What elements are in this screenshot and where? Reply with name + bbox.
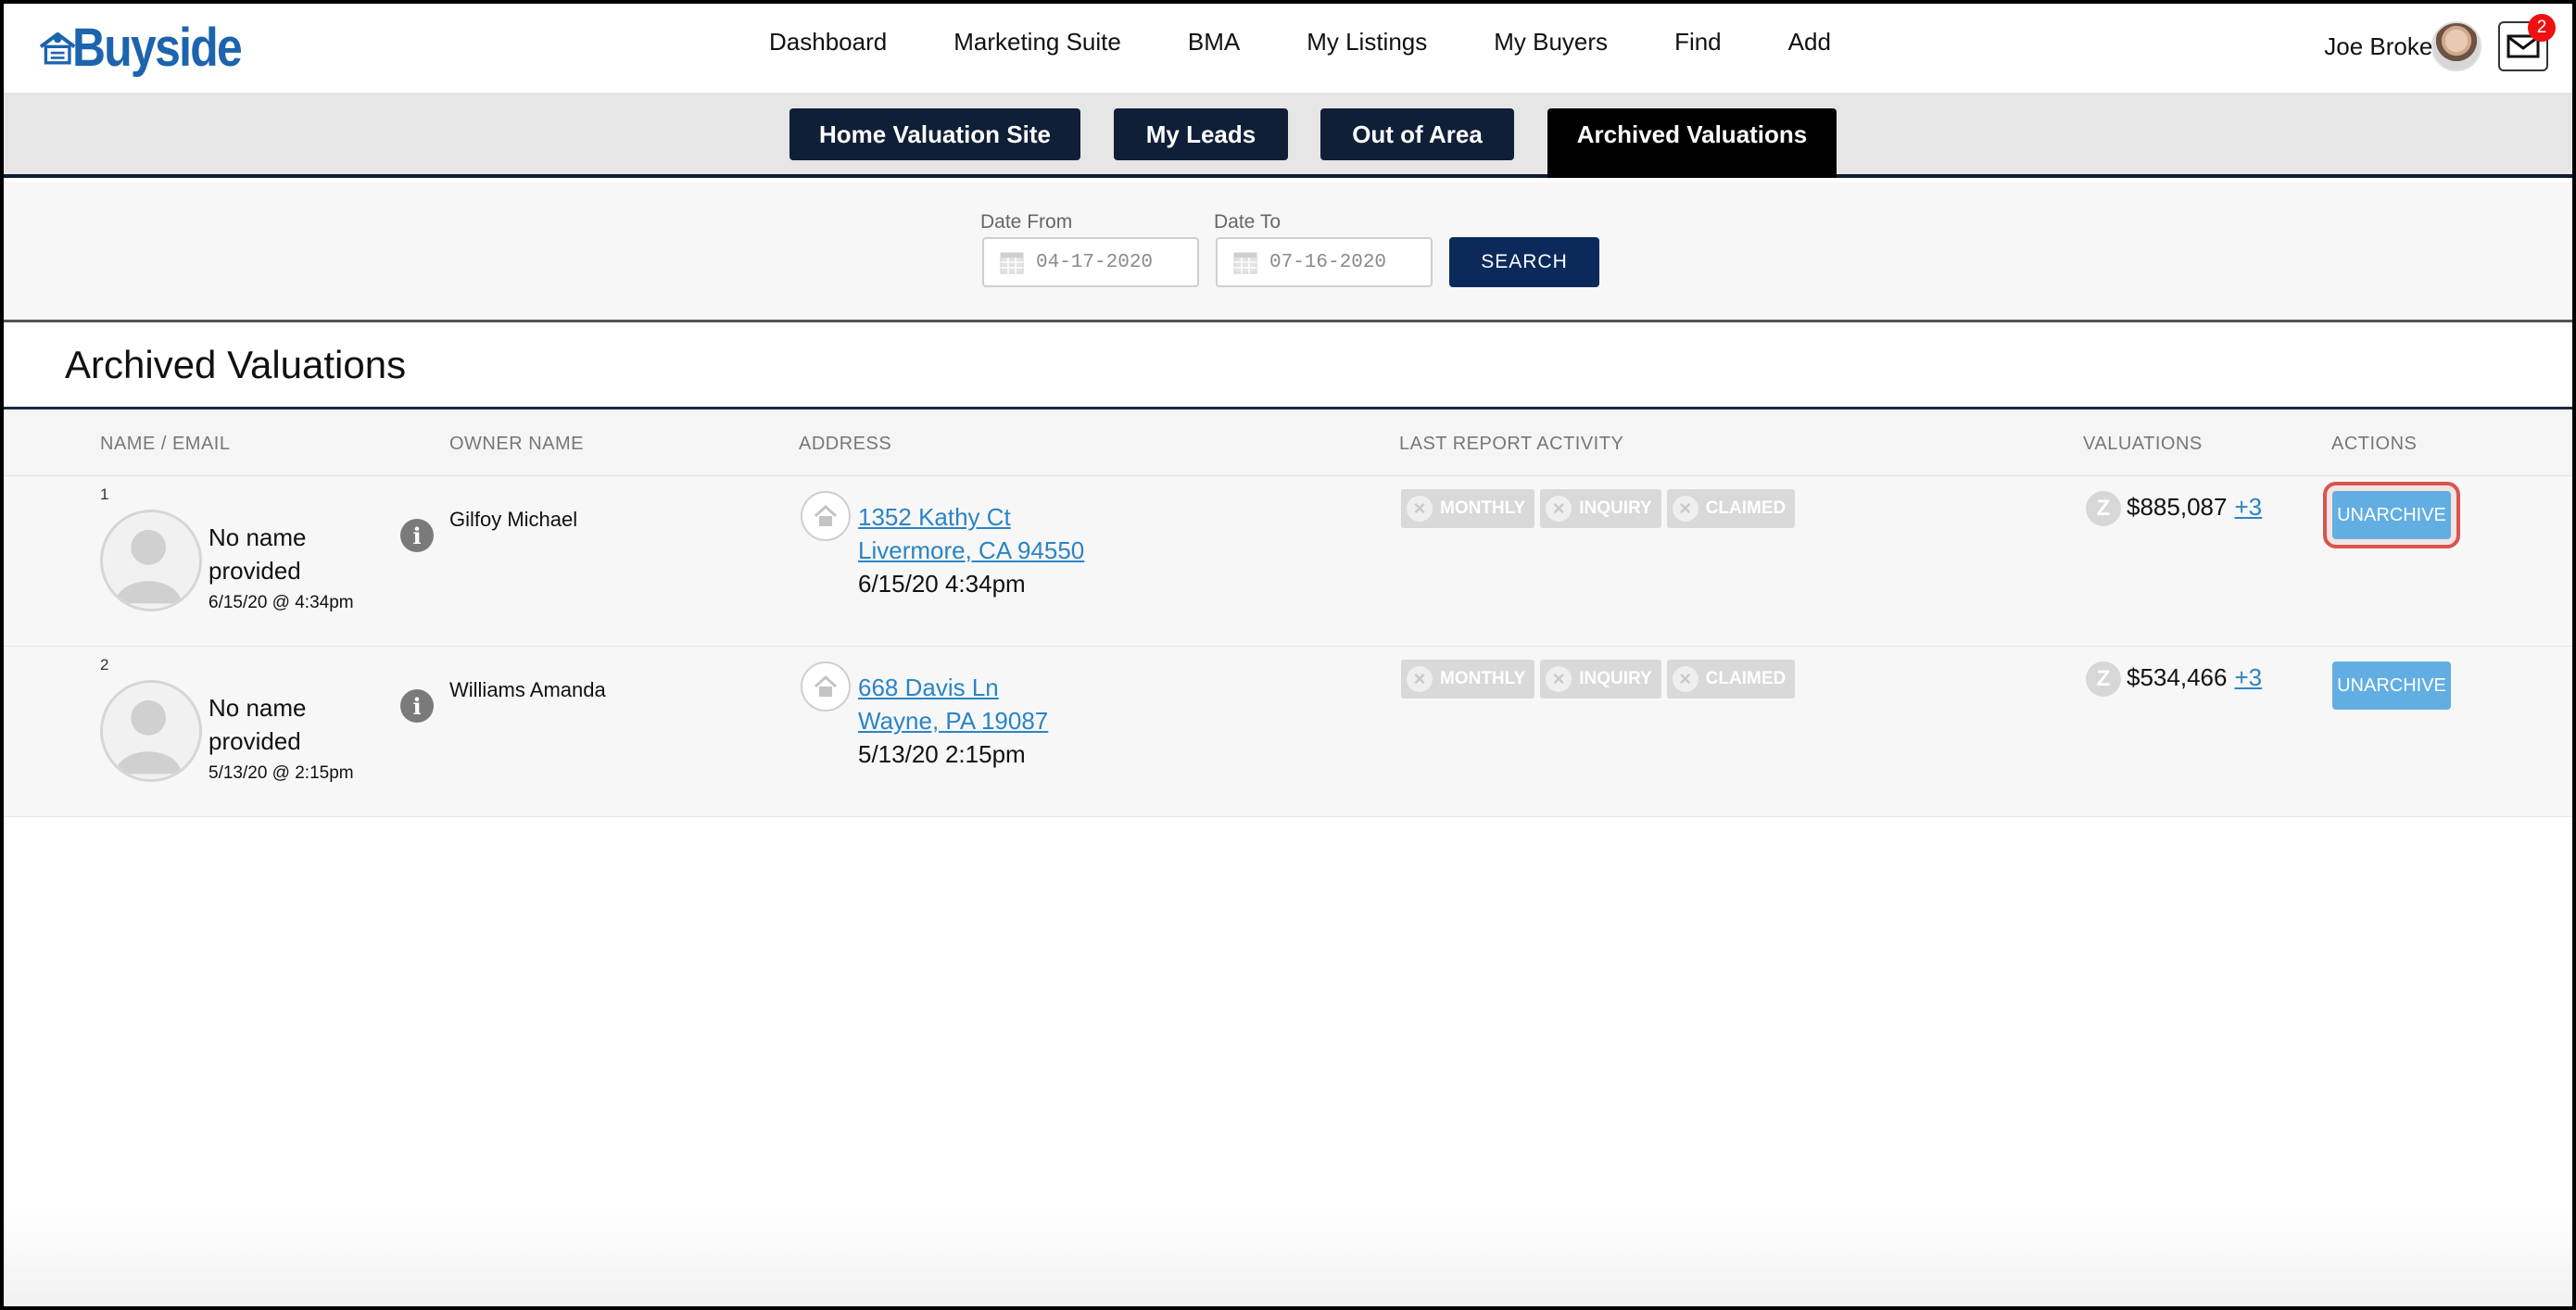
lead-date: 5/13/20 @ 2:15pm bbox=[208, 763, 354, 783]
home-icon bbox=[801, 661, 851, 712]
nav-marketing-suite[interactable]: Marketing Suite bbox=[953, 28, 1121, 57]
brand-name: Buyside bbox=[72, 17, 243, 78]
table-row: 1 No name provided 6/15/20 @ 4:34pm i Gi… bbox=[4, 476, 2572, 647]
info-icon[interactable]: i bbox=[400, 519, 434, 552]
owner-name: Gilfoy Michael bbox=[449, 508, 578, 531]
address-street-link[interactable]: 668 Davis Ln bbox=[858, 671, 1048, 704]
user-area: Joe Broker 2 bbox=[2324, 13, 2556, 80]
close-circle-icon: × bbox=[1672, 496, 1698, 522]
calendar-icon bbox=[1000, 252, 1024, 274]
header-actions: ACTIONS bbox=[2331, 434, 2418, 454]
date-to-label: Date To bbox=[1214, 211, 1281, 233]
valuation-cell: $885,087 +3 bbox=[2127, 493, 2262, 522]
lead-date: 6/15/20 @ 4:34pm bbox=[208, 593, 354, 612]
sub-tab-bar: Home Valuation Site My Leads Out of Area… bbox=[0, 93, 2576, 178]
activity-badges: × MONTHLY × INQUIRY × CLAIMED bbox=[1401, 489, 1796, 528]
lead-name-line1: No name bbox=[208, 694, 307, 722]
activity-badges: × MONTHLY × INQUIRY × CLAIMED bbox=[1401, 660, 1796, 699]
claimed-badge: × CLAIMED bbox=[1666, 489, 1796, 528]
close-circle-icon: × bbox=[1546, 496, 1572, 522]
address-cell: 668 Davis Ln Wayne, PA 19087 5/13/20 2:1… bbox=[858, 671, 1048, 771]
person-icon bbox=[115, 529, 183, 604]
zillow-icon: Z bbox=[2086, 661, 2121, 697]
date-to-value: 07-16-2020 bbox=[1269, 251, 1387, 273]
address-date: 6/15/20 4:34pm bbox=[858, 570, 1026, 598]
date-from-label: Date From bbox=[980, 211, 1073, 233]
header-last-report-activity: LAST REPORT ACTIVITY bbox=[1399, 434, 1624, 454]
lead-name[interactable]: No name provided bbox=[208, 521, 338, 587]
monthly-badge: × MONTHLY bbox=[1401, 489, 1535, 528]
page-title: Archived Valuations bbox=[65, 343, 407, 386]
inquiry-badge: × INQUIRY bbox=[1540, 489, 1661, 528]
claimed-badge: × CLAIMED bbox=[1666, 660, 1796, 699]
mail-button[interactable]: 2 bbox=[2498, 14, 2556, 71]
tab-home-valuation-site[interactable]: Home Valuation Site bbox=[789, 108, 1080, 160]
valuation-amount: $885,087 bbox=[2127, 493, 2228, 521]
tab-out-of-area[interactable]: Out of Area bbox=[1320, 108, 1514, 160]
nav-bma[interactable]: BMA bbox=[1188, 28, 1240, 57]
lead-avatar-placeholder bbox=[100, 510, 202, 611]
calendar-icon bbox=[1233, 252, 1257, 274]
header-address: ADDRESS bbox=[799, 434, 892, 454]
lead-name-line2: provided bbox=[208, 557, 301, 585]
row-number: 2 bbox=[100, 656, 109, 674]
main-nav: Dashboard Marketing Suite BMA My Listing… bbox=[769, 28, 1831, 57]
person-icon bbox=[115, 699, 183, 775]
unarchive-button[interactable]: UNARCHIVE bbox=[2332, 661, 2451, 710]
user-avatar[interactable] bbox=[2431, 21, 2481, 71]
date-filter-bar: Date From 04-17-2020 Date To 07-16-2020 … bbox=[0, 182, 2576, 322]
table-row: 2 No name provided 5/13/20 @ 2:15pm i Wi… bbox=[4, 647, 2572, 817]
address-cell: 1352 Kathy Ct Livermore, CA 94550 6/15/2… bbox=[858, 500, 1084, 600]
date-from-value: 04-17-2020 bbox=[1036, 251, 1154, 273]
zillow-icon: Z bbox=[2086, 491, 2121, 526]
more-valuations-link[interactable]: +3 bbox=[2234, 663, 2262, 691]
date-from-input[interactable]: 04-17-2020 bbox=[982, 237, 1199, 287]
mail-count-badge: 2 bbox=[2528, 14, 2556, 42]
nav-my-buyers[interactable]: My Buyers bbox=[1494, 28, 1608, 57]
header-name-email: NAME / EMAIL bbox=[100, 434, 231, 454]
close-circle-icon: × bbox=[1407, 496, 1433, 522]
search-button[interactable]: SEARCH bbox=[1449, 237, 1599, 287]
inquiry-badge: × INQUIRY bbox=[1540, 660, 1661, 699]
more-valuations-link[interactable]: +3 bbox=[2234, 493, 2262, 521]
table-header: NAME / EMAIL OWNER NAME ADDRESS LAST REP… bbox=[0, 409, 2576, 476]
date-to-input[interactable]: 07-16-2020 bbox=[1216, 237, 1433, 287]
address-city-link[interactable]: Wayne, PA 19087 bbox=[858, 704, 1048, 737]
close-circle-icon: × bbox=[1546, 666, 1572, 692]
nav-my-listings[interactable]: My Listings bbox=[1307, 28, 1427, 57]
close-circle-icon: × bbox=[1672, 666, 1698, 692]
close-circle-icon: × bbox=[1407, 666, 1433, 692]
lead-name[interactable]: No name provided bbox=[208, 691, 338, 758]
lead-name-line1: No name bbox=[208, 523, 307, 551]
nav-dashboard[interactable]: Dashboard bbox=[769, 28, 887, 57]
unarchive-button[interactable]: UNARCHIVE bbox=[2323, 482, 2460, 548]
address-city-link[interactable]: Livermore, CA 94550 bbox=[858, 534, 1084, 567]
valuation-cell: $534,466 +3 bbox=[2127, 663, 2262, 692]
home-icon bbox=[801, 491, 851, 541]
buyside-logo[interactable]: Buyside bbox=[37, 15, 269, 80]
lead-name-line2: provided bbox=[208, 727, 301, 755]
info-icon[interactable]: i bbox=[400, 689, 434, 723]
top-navbar: Buyside Dashboard Marketing Suite BMA My… bbox=[0, 0, 2576, 93]
lead-avatar-placeholder bbox=[100, 680, 202, 782]
user-name[interactable]: Joe Broker bbox=[2324, 32, 2441, 61]
address-street-link[interactable]: 1352 Kathy Ct bbox=[858, 500, 1084, 534]
row-number: 1 bbox=[100, 485, 109, 503]
tab-archived-valuations[interactable]: Archived Valuations bbox=[1547, 108, 1837, 178]
address-date: 5/13/20 2:15pm bbox=[858, 740, 1026, 768]
header-valuations: VALUATIONS bbox=[2083, 434, 2203, 454]
nav-add[interactable]: Add bbox=[1788, 28, 1831, 57]
owner-name: Williams Amanda bbox=[449, 678, 606, 701]
header-owner-name: OWNER NAME bbox=[449, 434, 584, 454]
valuation-amount: $534,466 bbox=[2127, 663, 2228, 691]
monthly-badge: × MONTHLY bbox=[1401, 660, 1535, 699]
tab-my-leads[interactable]: My Leads bbox=[1114, 108, 1288, 160]
nav-find[interactable]: Find bbox=[1674, 28, 1722, 57]
page-footer-fade bbox=[0, 1204, 2576, 1310]
section-header: Archived Valuations bbox=[0, 322, 2576, 409]
